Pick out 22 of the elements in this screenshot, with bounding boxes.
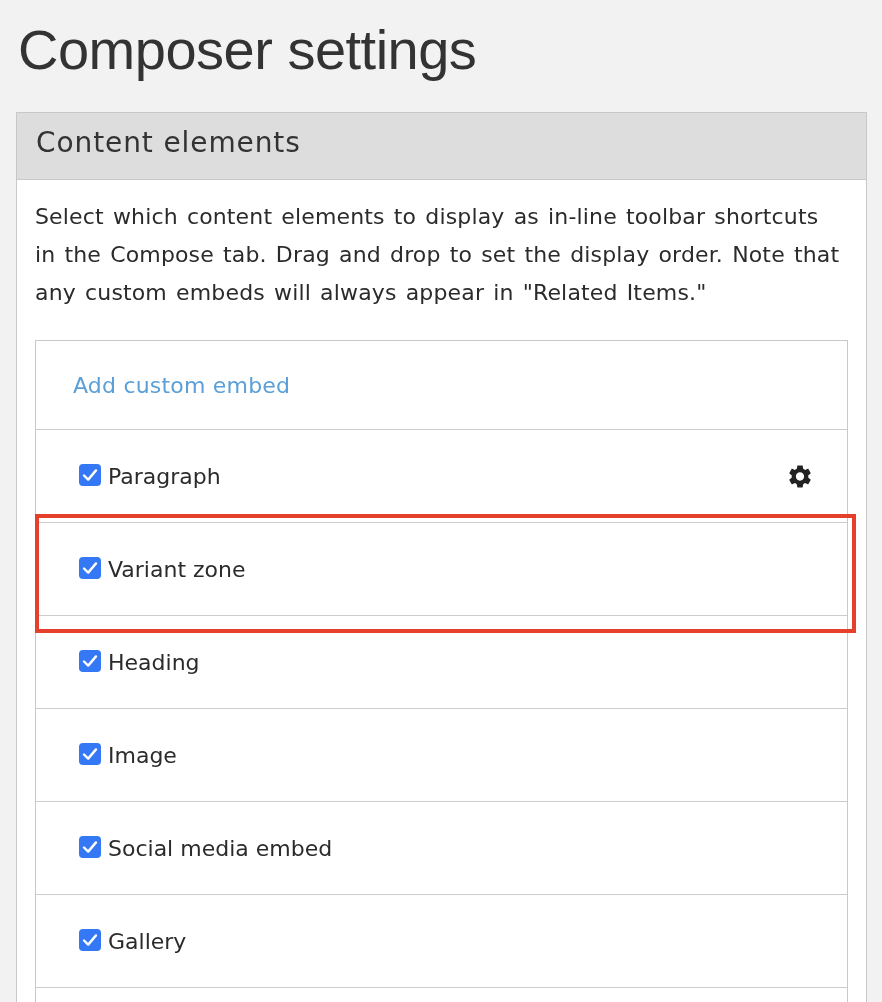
element-label: Image <box>108 742 177 768</box>
panel-title: Content elements <box>36 126 301 159</box>
element-row[interactable]: Gallery <box>36 895 847 988</box>
settings-icon[interactable] <box>789 464 811 488</box>
element-label: Variant zone <box>108 556 246 582</box>
page-title: Composer settings <box>17 17 478 83</box>
checkbox[interactable] <box>79 928 101 951</box>
element-row[interactable]: Heading <box>36 616 847 709</box>
checkbox[interactable] <box>79 649 101 672</box>
element-row[interactable]: Image <box>36 709 847 802</box>
element-row[interactable]: Social media embed <box>36 802 847 895</box>
description-text: Select which content elements to display as in-line toolbar shortcuts in the Compose tab. Drag and drop to set the display order. Note that any custom embeds will always appear in "Related Items." <box>35 203 841 307</box>
checkbox[interactable] <box>79 835 101 858</box>
element-label: Paragraph <box>108 463 221 489</box>
element-row[interactable]: Variant zone <box>36 523 847 616</box>
checkbox[interactable] <box>79 556 101 579</box>
element-label: Social media embed <box>108 835 333 861</box>
element-label: Heading <box>108 649 200 675</box>
checkbox[interactable] <box>79 463 101 486</box>
element-label: Gallery <box>108 928 187 954</box>
checkbox[interactable] <box>79 742 101 765</box>
element-row[interactable]: Paragraph <box>36 430 847 523</box>
